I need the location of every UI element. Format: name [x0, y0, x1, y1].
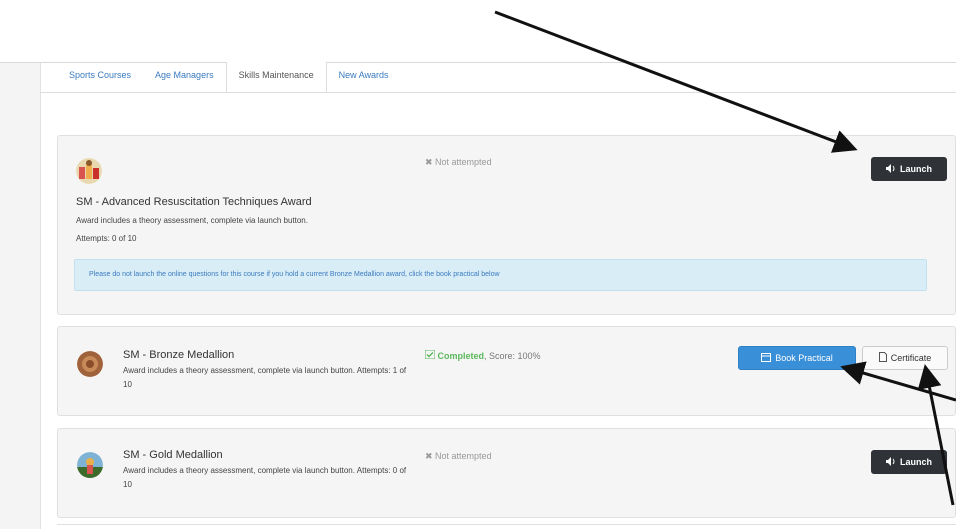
- tab-new-awards[interactable]: New Awards: [327, 62, 401, 92]
- course-title: SM - Advanced Resuscitation Techniques A…: [76, 196, 312, 208]
- certificate-button[interactable]: Certificate: [862, 346, 948, 370]
- course-avatar: [76, 158, 102, 184]
- check-icon: [424, 349, 436, 361]
- next-card-edge: [57, 524, 956, 525]
- course-description: Award includes a theory assessment, comp…: [123, 466, 407, 489]
- status-not-attempted: ✖ Not attempted: [425, 157, 492, 167]
- calendar-icon: [761, 352, 772, 364]
- tab-sports-courses[interactable]: Sports Courses: [57, 62, 143, 92]
- document-icon: [878, 352, 887, 364]
- course-avatar: [77, 351, 103, 377]
- launch-button[interactable]: Launch: [871, 450, 947, 474]
- volume-icon: [885, 456, 896, 468]
- course-tabs: Sports Courses Age Managers Skills Maint…: [57, 62, 401, 93]
- course-avatar: [77, 452, 103, 478]
- tabs-divider: [40, 92, 956, 93]
- course-description: Award includes a theory assessment, comp…: [123, 366, 407, 389]
- status-not-attempted: ✖ Not attempted: [425, 451, 492, 461]
- score-text: , Score: 100%: [484, 351, 541, 361]
- certificate-label: Certificate: [890, 353, 932, 363]
- volume-icon: [885, 163, 896, 175]
- course-description: Award includes a theory assessment, comp…: [76, 216, 308, 225]
- book-practical-button[interactable]: Book Practical: [738, 346, 856, 370]
- info-alert: Please do not launch the online question…: [74, 259, 927, 291]
- status-completed: Completed, Score: 100%: [424, 349, 541, 361]
- tab-age-managers[interactable]: Age Managers: [143, 62, 226, 92]
- launch-label: Launch: [899, 164, 932, 174]
- launch-label: Launch: [899, 457, 932, 467]
- left-sidebar: [0, 63, 41, 529]
- course-attempts: Attempts: 0 of 10: [76, 234, 137, 243]
- tab-skills-maintenance[interactable]: Skills Maintenance: [225, 62, 327, 93]
- book-practical-label: Book Practical: [775, 353, 833, 363]
- course-title: SM - Bronze Medallion: [123, 349, 235, 361]
- course-title: SM - Gold Medallion: [123, 449, 223, 461]
- arrow-to-launch: [494, 10, 858, 153]
- status-label: Completed: [437, 351, 485, 361]
- launch-button[interactable]: Launch: [871, 157, 947, 181]
